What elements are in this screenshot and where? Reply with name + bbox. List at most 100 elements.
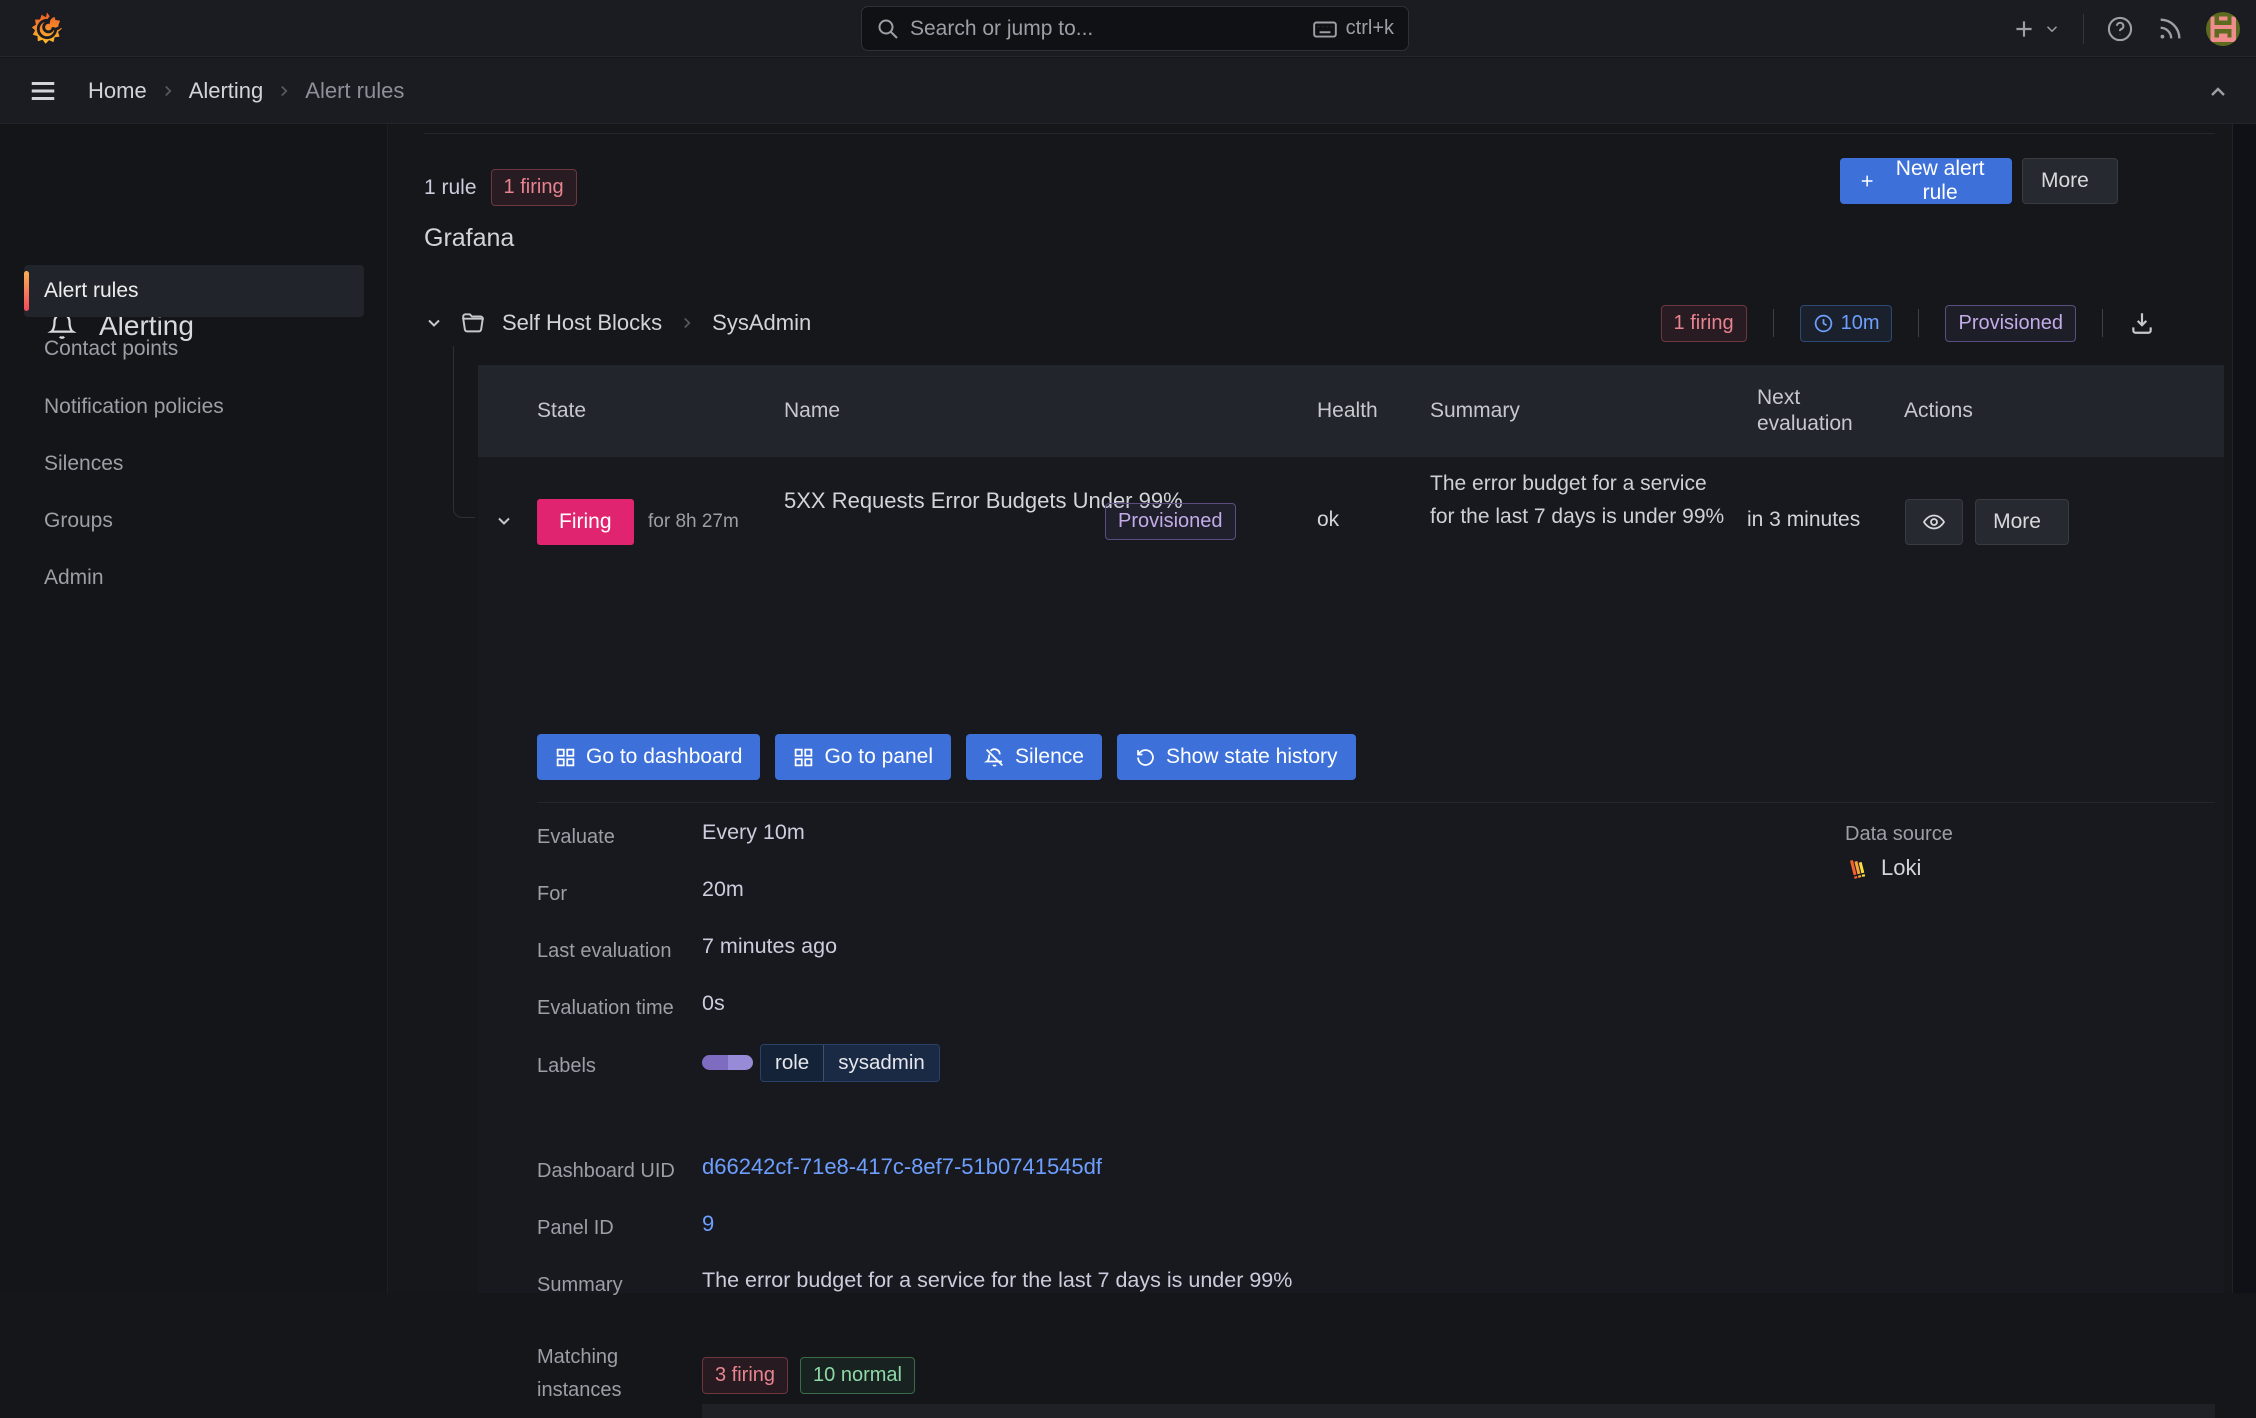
dashboard-grid-icon [555, 747, 576, 768]
new-alert-rule-label: New alert rule [1886, 157, 1994, 205]
detail-key: Matching instances [537, 1341, 652, 1407]
more-actions-button[interactable]: More [2022, 158, 2118, 204]
search-shortcut-label: ctrl+k [1346, 17, 1394, 40]
detail-value-last-evaluation: 7 minutes ago [702, 934, 837, 959]
breadcrumb-bar: Home Alerting Alert rules [0, 58, 2256, 124]
firing-count-badge: 1 firing [491, 169, 577, 206]
chevron-down-icon[interactable] [424, 313, 444, 333]
panel-id-link[interactable]: 9 [702, 1211, 714, 1237]
group-name-label[interactable]: SysAdmin [712, 310, 811, 336]
loki-icon [1845, 855, 1871, 881]
user-avatar[interactable] [2206, 12, 2240, 46]
divider [424, 133, 2215, 134]
go-to-panel-label: Go to panel [824, 745, 933, 769]
plus-icon [2011, 16, 2037, 42]
label-value: sysadmin [823, 1045, 939, 1081]
collapse-row-icon[interactable] [494, 511, 514, 531]
alert-rules-content: 1 rule 1 firing New alert rule More Graf… [389, 124, 2232, 1293]
scrollbar-track[interactable] [2232, 124, 2256, 1293]
detail-key: Dashboard UID [537, 1155, 675, 1188]
alerting-sidebar: Alerting Alert rules Contact points Noti… [0, 124, 388, 1293]
more-label: More [1993, 510, 2041, 534]
column-state: State [537, 365, 586, 457]
sidebar-item-silences[interactable]: Silences [24, 438, 364, 490]
alert-rules-table: State Name Health Summary Next evaluatio… [478, 365, 2224, 1293]
label-color-pill [702, 1055, 753, 1070]
global-search-box[interactable]: ctrl+k [861, 6, 1409, 51]
tree-indent-guide [453, 346, 475, 518]
breadcrumb-alert-rules: Alert rules [305, 78, 404, 104]
sidebar-item-admin[interactable]: Admin [24, 552, 364, 604]
breadcrumb-alerting[interactable]: Alerting [189, 78, 264, 104]
menu-toggle-icon[interactable] [28, 76, 58, 106]
show-state-history-label: Show state history [1166, 745, 1338, 769]
divider [1918, 309, 1919, 337]
column-health: Health [1317, 365, 1378, 457]
state-duration: for 8h 27m [648, 511, 739, 533]
label-chip[interactable]: role sysadmin [760, 1044, 940, 1082]
rule-provisioned-badge: Provisioned [1105, 503, 1236, 540]
silence-button[interactable]: Silence [966, 734, 1102, 780]
help-icon[interactable] [2106, 15, 2134, 43]
topbar-divider [2083, 14, 2084, 44]
show-state-history-button[interactable]: Show state history [1117, 734, 1356, 780]
search-shortcut: ctrl+k [1312, 16, 1394, 42]
news-rss-icon[interactable] [2156, 15, 2184, 43]
chevron-down-icon [2043, 20, 2061, 38]
sidebar-item-groups[interactable]: Groups [24, 495, 364, 547]
rule-group-header[interactable]: Self Host Blocks SysAdmin [424, 310, 811, 336]
rule-count-label: 1 rule [424, 176, 477, 200]
go-to-dashboard-button[interactable]: Go to dashboard [537, 734, 760, 780]
detail-key: Evaluation time [537, 992, 674, 1025]
sidebar-item-contact-points[interactable]: Contact points [24, 323, 364, 375]
search-input[interactable] [910, 17, 1302, 41]
collapse-header-icon[interactable] [2206, 80, 2230, 104]
chevron-right-icon [275, 82, 293, 100]
rule-next-evaluation: in 3 minutes [1747, 508, 1860, 532]
history-icon [1135, 747, 1156, 768]
detail-key: For [537, 878, 567, 911]
sidebar-item-label: Admin [44, 566, 104, 590]
dashboard-uid-link[interactable]: d66242cf-71e8-417c-8ef7-51b0741545df [702, 1154, 1102, 1180]
group-provisioned-badge: Provisioned [1945, 305, 2076, 342]
rule-summary-text: The error budget for a service for the l… [1430, 467, 1725, 533]
column-next-evaluation: Next evaluation [1757, 365, 1869, 457]
instances-normal-badge: 10 normal [800, 1357, 915, 1394]
column-summary: Summary [1430, 365, 1520, 457]
sidebar-item-label: Alert rules [44, 279, 139, 303]
breadcrumb-home[interactable]: Home [88, 78, 147, 104]
new-alert-rule-button[interactable]: New alert rule [1840, 158, 2012, 204]
clock-icon [1813, 313, 1834, 334]
rule-action-buttons: Go to dashboard Go to panel Silence [537, 734, 1356, 780]
sidebar-item-alert-rules[interactable]: Alert rules [24, 265, 364, 317]
detail-value-for: 20m [702, 877, 744, 902]
instances-firing-badge: 3 firing [702, 1357, 788, 1394]
grafana-logo-icon[interactable] [28, 10, 66, 48]
rule-more-button[interactable]: More [1975, 499, 2069, 545]
sidebar-item-label: Silences [44, 452, 123, 476]
panel-grid-icon [793, 747, 814, 768]
data-source-name: Loki [1881, 855, 1921, 881]
chevron-right-icon [159, 82, 177, 100]
sidebar-item-notification-policies[interactable]: Notification policies [24, 381, 364, 433]
instances-table-header-partial [702, 1404, 2215, 1418]
sidebar-item-label: Groups [44, 509, 113, 533]
detail-key: Panel ID [537, 1212, 614, 1245]
detail-value-evaluation-time: 0s [702, 991, 725, 1016]
export-icon[interactable] [2129, 310, 2155, 336]
divider [1773, 309, 1774, 337]
column-actions: Actions [1904, 365, 1973, 457]
folder-name-label[interactable]: Self Host Blocks [502, 310, 662, 336]
add-new-button[interactable] [2011, 16, 2061, 42]
top-navigation-bar: ctrl+k [0, 0, 2256, 57]
label-key: role [761, 1045, 823, 1081]
group-interval-badge: 10m [1800, 305, 1893, 342]
keyboard-icon [1312, 16, 1338, 42]
plus-icon [1858, 170, 1876, 192]
view-rule-button[interactable] [1905, 499, 1963, 545]
detail-key: Labels [537, 1050, 596, 1083]
divider [537, 802, 2215, 803]
go-to-panel-button[interactable]: Go to panel [775, 734, 951, 780]
sidebar-item-label: Contact points [44, 337, 178, 361]
data-source-value: Loki [1845, 855, 1921, 881]
